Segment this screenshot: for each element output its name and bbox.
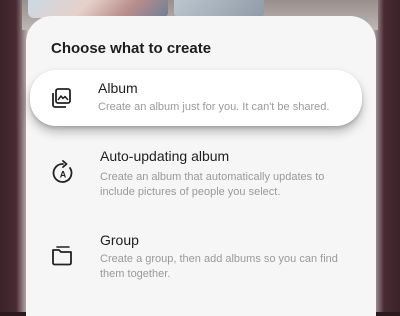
auto-album-icon: A <box>52 160 73 183</box>
album-icon <box>52 88 71 108</box>
option-auto-updating-album-title: Auto-updating album <box>100 148 230 164</box>
option-album-description: Create an album just for you. It can't b… <box>98 101 330 113</box>
group-folder-icon <box>52 246 72 266</box>
option-album-title: Album <box>98 80 138 96</box>
option-auto-updating-album[interactable]: A Auto-updating album Create an album th… <box>34 142 364 212</box>
option-auto-updating-album-description: Create an album that automatically updat… <box>100 171 325 198</box>
option-group-description: Create a group, then add albums so you c… <box>100 253 338 280</box>
option-group-title: Group <box>100 232 139 248</box>
sheet-title: Choose what to create <box>51 40 212 57</box>
svg-text:A: A <box>60 170 67 180</box>
option-group[interactable]: Group Create a group, then add albums so… <box>34 228 364 294</box>
option-album[interactable]: Album Create an album just for you. It c… <box>30 70 362 126</box>
